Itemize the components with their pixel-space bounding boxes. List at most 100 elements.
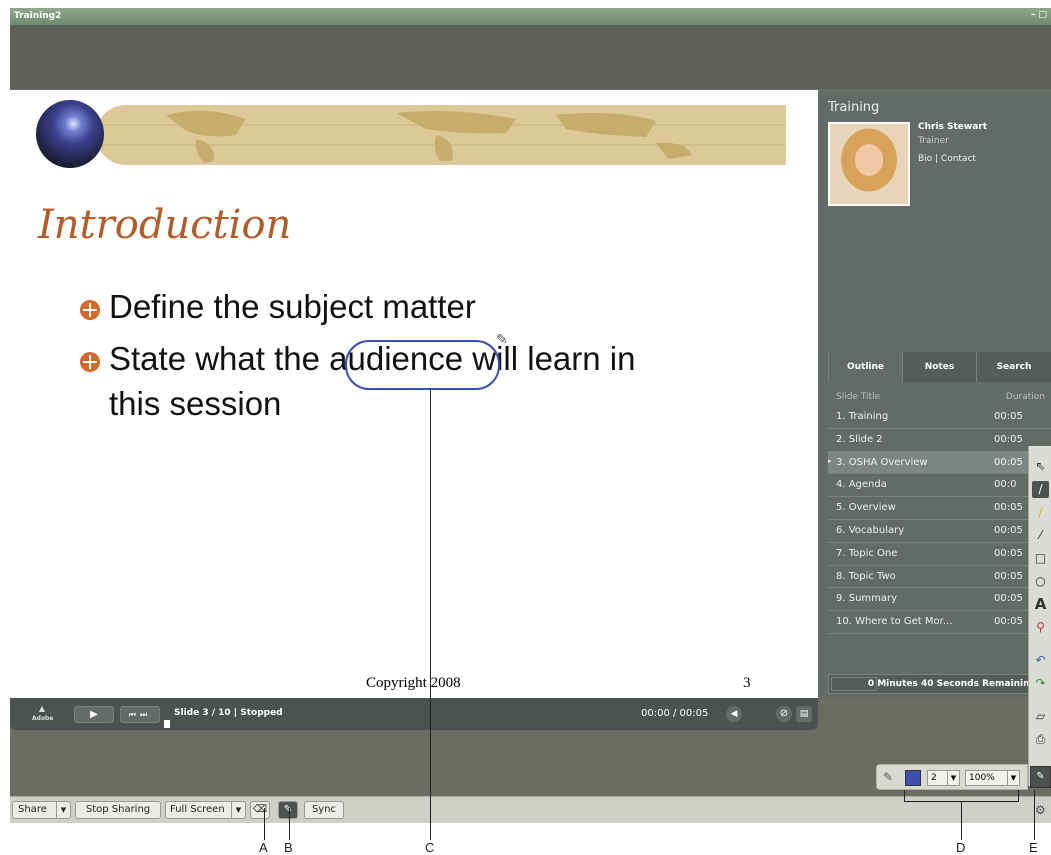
outline-list: 1. Training 00:05 2. Slide 2 00:05 ▸ 3. OSH… bbox=[828, 406, 1051, 634]
adobe-logo: ▲ Adobe bbox=[32, 704, 54, 722]
sidebar-toggle-icon[interactable]: ▤ bbox=[796, 706, 812, 722]
print-icon[interactable]: ⎙ bbox=[1032, 731, 1049, 748]
slide-page-number: 3 bbox=[743, 675, 751, 691]
slide-canvas[interactable]: Introduction Define the subject matter S… bbox=[10, 90, 818, 698]
slide-status: Slide 3 / 10 | Stopped bbox=[174, 708, 283, 718]
callout-line-c bbox=[430, 390, 431, 840]
row-duration: 00:05 bbox=[994, 411, 1023, 422]
chevron-down-icon: ▼ bbox=[1007, 771, 1019, 785]
outline-row[interactable]: 7. Topic One 00:05 bbox=[828, 543, 1051, 566]
ink-annotation-circle[interactable] bbox=[345, 340, 500, 390]
chevron-down-icon: ▼ bbox=[947, 771, 959, 785]
stop-sharing-button[interactable]: Stop Sharing bbox=[75, 801, 161, 819]
scrub-handle[interactable] bbox=[164, 720, 170, 728]
text-icon[interactable]: A bbox=[1032, 596, 1049, 613]
outline-row[interactable]: 10. Where to Get Mor... 00:05 bbox=[828, 611, 1051, 634]
redo-icon[interactable]: ↷ bbox=[1032, 675, 1049, 692]
outline-row[interactable]: 8. Topic Two 00:05 bbox=[828, 566, 1051, 589]
row-title: 10. Where to Get Mor... bbox=[836, 616, 953, 628]
sidebar-tabs: Outline Notes Search bbox=[828, 352, 1051, 382]
callout-line-e bbox=[1034, 790, 1035, 840]
row-title: 5. Overview bbox=[836, 502, 896, 514]
outline-row[interactable]: 9. Summary 00:05 bbox=[828, 588, 1051, 612]
title-bar: Training2 – □ bbox=[10, 8, 1051, 25]
progress-box bbox=[831, 677, 877, 691]
outline-header: Slide Title Duration bbox=[828, 390, 1051, 406]
share-label: Share bbox=[18, 804, 47, 815]
annotation-toggle-button[interactable]: ✎ bbox=[1030, 766, 1051, 788]
window-title: Training2 bbox=[14, 11, 62, 21]
column-slide-title: Slide Title bbox=[836, 392, 881, 402]
adobe-logo-text: Adobe bbox=[32, 715, 54, 722]
window-controls[interactable]: – □ bbox=[1031, 10, 1047, 20]
bullet-text: this session bbox=[109, 385, 282, 422]
chevron-down-icon: ▼ bbox=[231, 802, 245, 818]
outline-row-current[interactable]: ▸ 3. OSHA Overview 00:05 bbox=[828, 451, 1051, 475]
time-remaining-text: 0 Minutes 40 Seconds Remaining bbox=[867, 679, 1036, 689]
callout-line-d bbox=[961, 802, 962, 840]
row-duration: 00:05 bbox=[994, 570, 1023, 582]
row-title: 4. Agenda bbox=[836, 479, 887, 491]
bullet-text: Define the subject matter bbox=[109, 288, 476, 325]
outline-row[interactable]: 5. Overview 00:05 bbox=[828, 497, 1051, 520]
tab-notes[interactable]: Notes bbox=[902, 352, 976, 382]
outline-row[interactable]: 4. Agenda 00:0 bbox=[828, 474, 1051, 498]
world-map-banner bbox=[96, 105, 786, 165]
ellipse-icon[interactable]: ○ bbox=[1032, 573, 1049, 590]
line-width-select[interactable]: 2 ▼ bbox=[927, 770, 960, 786]
full-screen-button[interactable]: Full Screen ▼ bbox=[165, 801, 246, 819]
callout-label-b: B bbox=[284, 840, 293, 855]
stamp-icon[interactable]: ⚲ bbox=[1032, 619, 1049, 636]
callout-line-b bbox=[289, 808, 290, 840]
color-swatch[interactable] bbox=[905, 770, 921, 786]
bottom-toolbar: Share ▼ Stop Sharing Full Screen ▼ ⌫ ✎ Syn… bbox=[10, 796, 1051, 823]
annotation-mode-button-icon[interactable]: ✎ bbox=[278, 801, 298, 819]
top-band bbox=[10, 25, 1051, 89]
eraser-icon[interactable]: ▱ bbox=[1032, 708, 1049, 725]
marker-icon[interactable]: ∕ bbox=[1032, 481, 1049, 498]
tab-search[interactable]: Search bbox=[976, 352, 1051, 382]
callout-label-a: A bbox=[259, 840, 268, 855]
zoom-select[interactable]: 100% ▼ bbox=[965, 770, 1020, 786]
slide-copyright: Copyright 2008 bbox=[366, 675, 461, 691]
share-button[interactable]: Share ▼ bbox=[12, 801, 71, 819]
presenter-links[interactable]: Bio | Contact bbox=[918, 154, 976, 164]
callout-label-c: C bbox=[425, 840, 435, 855]
annotation-toolbar: ⇖ ∕ ∕ ⁄ □ ○ A ⚲ ↶ ↷ ▱ ⎙ bbox=[1028, 446, 1051, 786]
highlighter-icon[interactable]: ∕ bbox=[1032, 504, 1049, 521]
undo-icon[interactable]: ↶ bbox=[1032, 652, 1049, 669]
row-title: 1. Training bbox=[836, 411, 889, 422]
row-duration: 00:05 bbox=[994, 502, 1023, 514]
row-duration: 00:05 bbox=[994, 433, 1023, 445]
pencil-cursor-icon: ✎ bbox=[496, 332, 508, 348]
row-duration: 00:05 bbox=[994, 616, 1023, 628]
outline-row[interactable]: 6. Vocabulary 00:05 bbox=[828, 520, 1051, 543]
gear-icon[interactable]: ⚙ bbox=[1035, 803, 1046, 817]
time-remaining: 0 Minutes 40 Seconds Remaining bbox=[828, 674, 1041, 694]
row-duration: 00:05 bbox=[994, 524, 1023, 536]
volume-icon[interactable]: ◀ bbox=[726, 706, 742, 722]
sync-button[interactable]: Sync bbox=[304, 801, 344, 819]
tab-outline[interactable]: Outline bbox=[828, 352, 902, 382]
pointer-icon[interactable]: ⇖ bbox=[1032, 458, 1049, 475]
play-button[interactable]: ▶ bbox=[74, 706, 114, 723]
rectangle-icon[interactable]: □ bbox=[1032, 550, 1049, 567]
row-title: 6. Vocabulary bbox=[836, 524, 905, 536]
outline-row[interactable]: 1. Training 00:05 bbox=[828, 406, 1051, 429]
bullet-icon bbox=[80, 352, 100, 372]
line-icon[interactable]: ⁄ bbox=[1032, 527, 1049, 544]
presenter-role: Trainer bbox=[918, 136, 949, 146]
eraser-button-icon[interactable]: ⌫ bbox=[250, 801, 270, 819]
row-duration: 00:0 bbox=[994, 479, 1017, 491]
row-duration: 00:05 bbox=[994, 456, 1023, 468]
row-title: 8. Topic Two bbox=[836, 570, 896, 582]
sidebar-heading: Training bbox=[828, 100, 880, 115]
outline-row[interactable]: 2. Slide 2 00:05 bbox=[828, 429, 1051, 452]
slide-title: Introduction bbox=[38, 202, 292, 248]
attachment-icon[interactable]: ⊘ bbox=[776, 706, 792, 722]
chevron-down-icon: ▼ bbox=[56, 802, 70, 818]
callout-label-d: D bbox=[956, 840, 966, 855]
app-window: Training2 – □ Introduction Define the su… bbox=[10, 8, 1051, 823]
prev-next-buttons[interactable]: ⏮⏭ bbox=[120, 706, 160, 723]
line-width-value: 2 bbox=[931, 773, 937, 783]
